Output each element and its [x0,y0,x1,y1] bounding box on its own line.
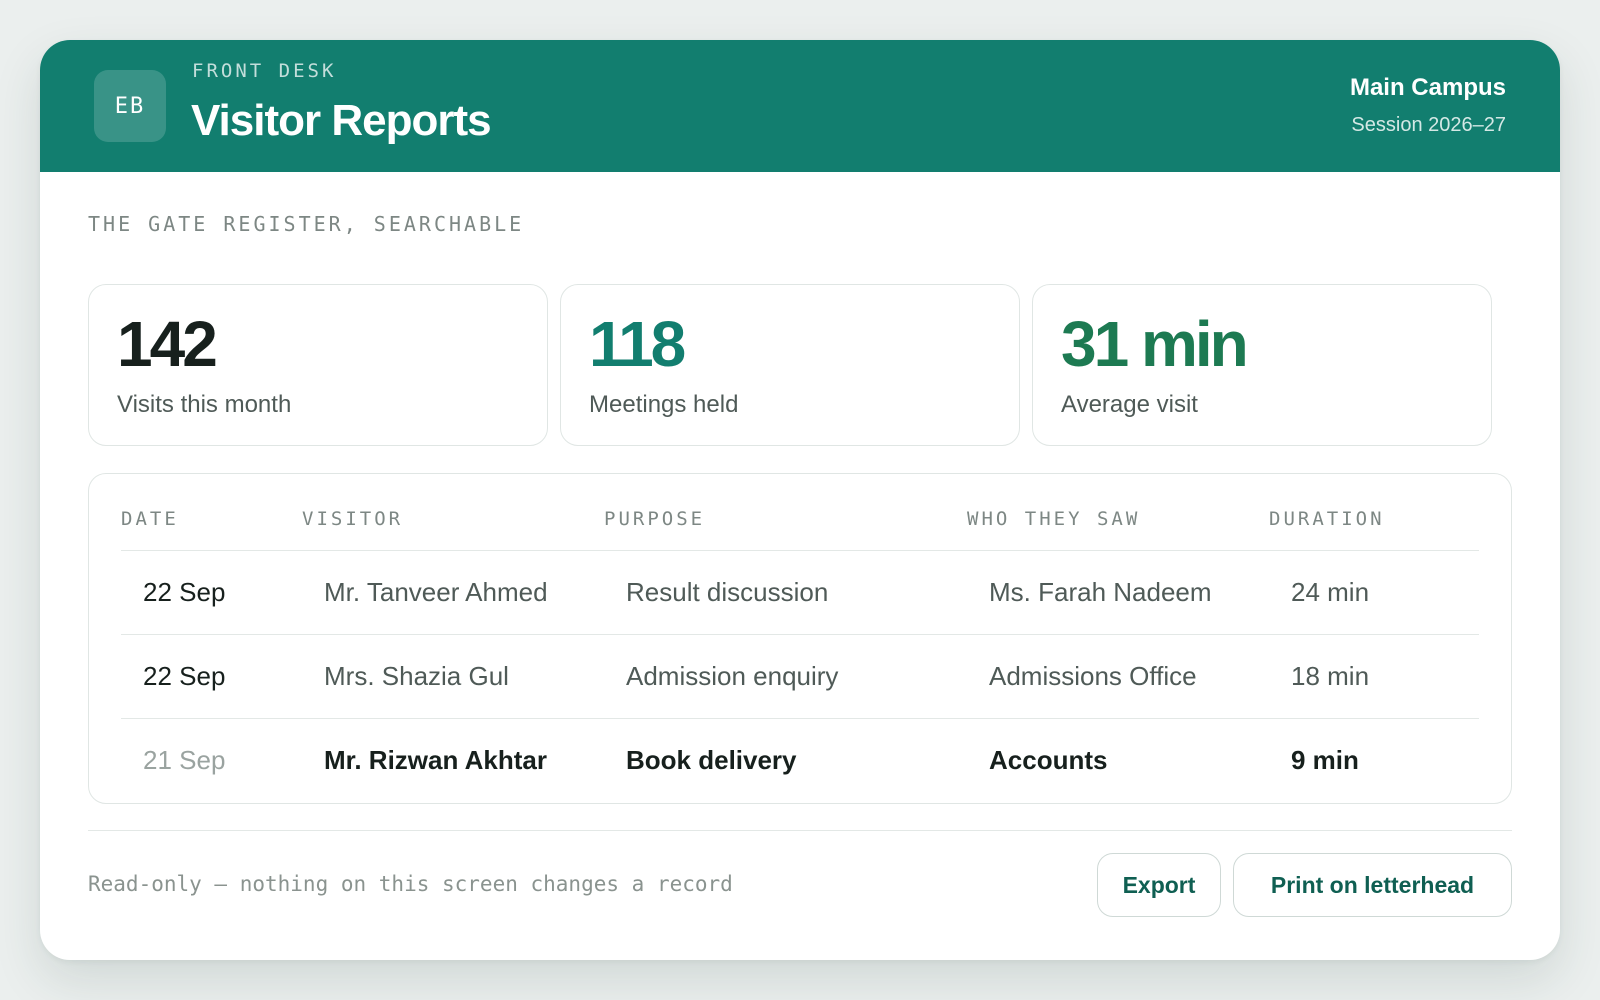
column-header-date: DATE [121,508,179,530]
cell-purpose: Book delivery [626,745,797,775]
cell-date: 22 Sep [143,577,226,607]
page-title: Visitor Reports [191,96,492,145]
cell-duration: 9 min [1291,745,1359,775]
cell-date: 21 Sep [143,745,226,775]
cell-visitor: Mrs. Shazia Gul [324,661,509,691]
column-header-purpose: PURPOSE [604,508,706,530]
footer-divider [88,830,1512,831]
export-button[interactable]: Export [1097,853,1221,917]
stat-label: Meetings held [589,391,739,418]
cell-visitor: Mr. Rizwan Akhtar [324,745,547,775]
stat-value: 118 [589,308,686,380]
stat-card-average: 31 min Average visit [1032,284,1492,446]
cell-who-they-saw: Admissions Office [989,661,1197,691]
read-only-notice: Read-only — nothing on this screen chang… [88,872,733,896]
stat-card-visits: 142 Visits this month [88,284,548,446]
cell-purpose: Admission enquiry [626,661,839,691]
stat-card-meetings: 118 Meetings held [560,284,1020,446]
campus-name: Main Campus [1349,74,1506,101]
column-header-who-they-saw: WHO THEY SAW [967,508,1141,530]
cell-duration: 18 min [1291,661,1370,691]
stat-label: Visits this month [117,391,292,418]
cell-duration: 24 min [1291,577,1370,607]
cell-visitor: Mr. Tanveer Ahmed [324,577,548,607]
visitor-reports-card: EB FRONT DESK Visitor Reports Main Campu… [40,40,1560,960]
stat-value: 31 min [1061,308,1249,380]
cell-date: 22 Sep [143,661,226,691]
cell-who-they-saw: Ms. Farah Nadeem [989,577,1212,607]
session-label: Session 2026–27 [1351,114,1506,136]
cell-who-they-saw: Accounts [989,745,1108,775]
column-header-visitor: VISITOR [302,508,404,530]
print-on-letterhead-button[interactable]: Print on letterhead [1233,853,1512,917]
visitor-table: DATE VISITOR PURPOSE WHO THEY SAW DURATI… [88,473,1512,804]
stat-label: Average visit [1061,391,1198,418]
school-monogram: EB [94,70,166,142]
table-row[interactable]: 22 Sep Mr. Tanveer Ahmed Result discussi… [89,551,1511,635]
cell-purpose: Result discussion [626,577,829,607]
page-subtitle: THE GATE REGISTER, SEARCHABLE [88,212,525,236]
table-row[interactable]: 22 Sep Mrs. Shazia Gul Admission enquiry… [89,635,1511,719]
table-row[interactable]: 21 Sep Mr. Rizwan Akhtar Book delivery A… [89,719,1511,803]
section-eyebrow: FRONT DESK [192,60,337,82]
stat-value: 142 [117,308,218,380]
column-header-duration: DURATION [1269,508,1385,530]
header-bar: EB FRONT DESK Visitor Reports Main Campu… [40,40,1560,172]
